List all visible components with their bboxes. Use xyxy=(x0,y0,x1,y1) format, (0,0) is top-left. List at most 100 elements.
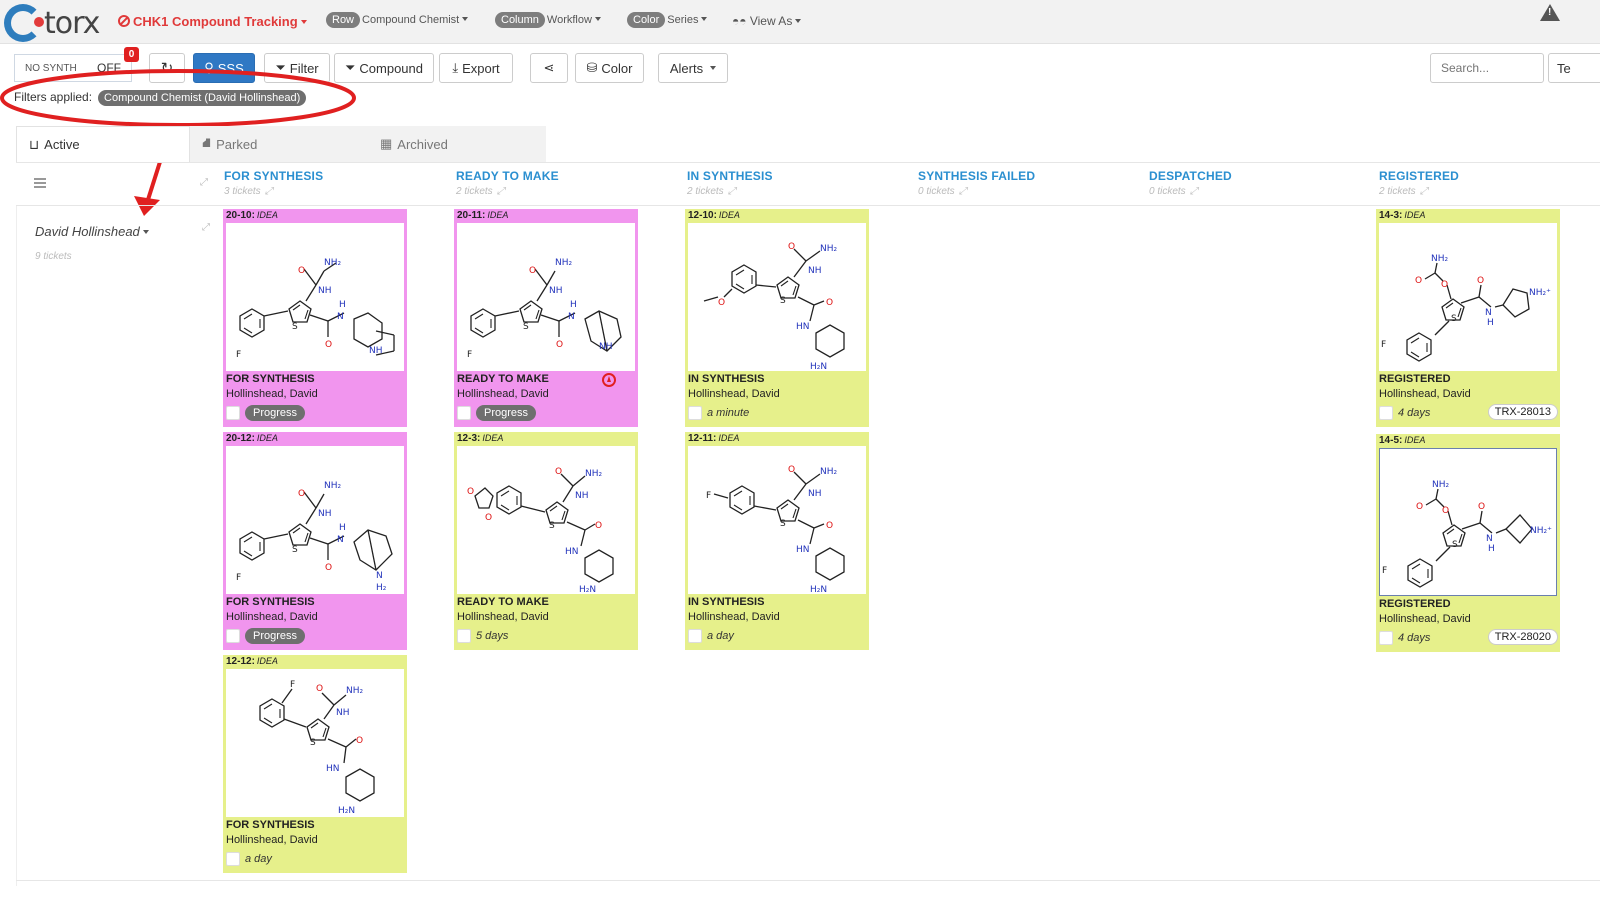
logo-text: torx xyxy=(44,6,100,41)
svg-text:S: S xyxy=(292,322,298,332)
ticket-checkbox[interactable] xyxy=(226,852,240,866)
svg-text:F: F xyxy=(467,350,472,360)
ticket-id: 12-12: xyxy=(226,656,255,667)
progress-badge[interactable]: Progress xyxy=(245,405,306,421)
expand-icon[interactable]: ⤢ xyxy=(959,186,967,197)
svg-text:S: S xyxy=(549,521,555,531)
sss-button[interactable]: ⚲ SSS xyxy=(193,53,255,83)
ticket-checkbox[interactable] xyxy=(226,406,240,420)
svg-text:F: F xyxy=(236,350,241,360)
column-header-ready-to-make: READY TO MAKE 2 tickets ⤢ xyxy=(456,169,559,197)
registration-id-badge[interactable]: TRX-28013 xyxy=(1487,404,1558,420)
refresh-icon: ↻ xyxy=(160,60,174,77)
ticket-owner: Hollinshead, David xyxy=(226,388,318,400)
sss-label: SSS xyxy=(217,60,244,76)
te-input[interactable]: Te xyxy=(1548,53,1600,83)
compound-filter-button[interactable]: ⏷ Compound xyxy=(334,53,434,83)
tab-active[interactable]: ⊔ Active xyxy=(16,126,190,162)
expand-icon[interactable]: ⤢ xyxy=(200,177,208,188)
warning-icon[interactable] xyxy=(1540,4,1560,21)
ticket-card[interactable]: 12-12: IDEA F O NH₂ NH O S HN H₂N FOR SYN… xyxy=(223,655,407,873)
project-title: CHK1 Compound Tracking xyxy=(133,14,298,29)
menu-icon[interactable] xyxy=(34,178,46,188)
ticket-status: IN SYNTHESIS xyxy=(688,596,765,608)
logo-mark-icon xyxy=(4,4,44,42)
chevron-down-icon xyxy=(462,17,469,21)
ticket-tag: IDEA xyxy=(256,210,278,220)
share-button[interactable]: ⋖ xyxy=(530,53,568,83)
top-bar: torx CHK1 Compound Tracking Row Compound … xyxy=(0,0,1600,44)
ticket-checkbox[interactable] xyxy=(457,406,471,420)
expand-icon[interactable]: ⤢ xyxy=(1420,186,1428,197)
view-as-menu[interactable]: ◓◓ View As xyxy=(732,14,802,28)
tab-label: Archived xyxy=(397,136,448,152)
column-title: READY TO MAKE xyxy=(456,169,559,183)
tab-label: Parked xyxy=(216,136,258,152)
column-count: 0 tickets xyxy=(918,186,955,197)
ticket-card[interactable]: 14-5: IDEA NH₂ O O O N H NH₂⁺ S F REGISTE… xyxy=(1376,434,1560,652)
ticket-checkbox[interactable] xyxy=(688,629,702,643)
ticket-checkbox[interactable] xyxy=(226,629,240,643)
svg-text:NH₂: NH₂ xyxy=(555,258,573,268)
svg-text:O: O xyxy=(298,266,305,276)
expand-icon[interactable]: ⤢ xyxy=(265,186,273,197)
svg-text:NH₂: NH₂ xyxy=(820,244,838,254)
expand-icon[interactable]: ⤢ xyxy=(202,222,210,233)
column-title: FOR SYNTHESIS xyxy=(224,169,324,183)
expand-icon[interactable]: ⤢ xyxy=(728,186,736,197)
priority-up-icon[interactable] xyxy=(602,373,616,387)
ticket-card[interactable]: 20-11: IDEA O NH₂ NH O H N NH S F READY T… xyxy=(454,209,638,427)
ticket-card[interactable]: 14-3: IDEA NH₂ O O O N H NH₂⁺ S F REGISTE… xyxy=(1376,209,1560,427)
svg-text:O: O xyxy=(718,298,725,308)
ticket-card[interactable]: 12-11: IDEA F O NH₂ NH O S HN H₂N IN SYNT… xyxy=(685,432,869,650)
ticket-card[interactable]: 20-10: IDEA O NH₂ NH O H N NH S F FOR SY… xyxy=(223,209,407,427)
refresh-button[interactable]: ↻ xyxy=(149,53,185,83)
view-as-label: View As xyxy=(749,14,793,28)
row-grouping[interactable]: Row Compound Chemist xyxy=(326,12,469,28)
tab-parked[interactable]: ⛘ Parked xyxy=(190,126,368,162)
ticket-checkbox[interactable] xyxy=(457,629,471,643)
swimlane-header[interactable]: David Hollinshead xyxy=(35,224,149,239)
progress-badge[interactable]: Progress xyxy=(476,405,537,421)
project-selector[interactable]: CHK1 Compound Tracking xyxy=(118,14,307,29)
filter-pill[interactable]: Compound Chemist (David Hollinshead) xyxy=(98,90,307,106)
ticket-id: 14-3: xyxy=(1379,210,1403,221)
svg-text:NH₂: NH₂ xyxy=(324,258,342,268)
svg-text:NH₂: NH₂ xyxy=(346,686,364,696)
svg-text:O: O xyxy=(788,465,795,475)
row-value: Compound Chemist xyxy=(362,14,460,26)
column-grouping[interactable]: Column Workflow xyxy=(495,12,601,28)
ticket-checkbox[interactable] xyxy=(1379,631,1393,645)
tab-archived[interactable]: ▦ Archived xyxy=(368,126,546,162)
export-button[interactable]: ⤓ Export xyxy=(439,53,513,83)
ticket-id: 20-12: xyxy=(226,433,255,444)
column-count: 2 tickets xyxy=(687,186,724,197)
expand-icon[interactable]: ⤢ xyxy=(1190,186,1198,197)
svg-text:O: O xyxy=(316,684,323,694)
svg-text:NH: NH xyxy=(336,708,350,718)
chevron-down-icon xyxy=(701,17,708,21)
registration-id-badge[interactable]: TRX-28020 xyxy=(1487,629,1558,645)
no-synth-toggle[interactable]: NO SYNTH OFF xyxy=(14,54,132,82)
filter-button[interactable]: ⏷ Filter xyxy=(264,53,330,83)
progress-badge[interactable]: Progress xyxy=(245,628,306,644)
svg-text:O: O xyxy=(1416,502,1423,512)
toggle-right-label: OFF xyxy=(97,61,121,75)
color-grouping[interactable]: Color Series xyxy=(627,12,708,28)
column-count: 2 tickets xyxy=(1379,186,1416,197)
ticket-card[interactable]: 12-3: IDEA O O O NH₂ NH O S HN H₂N READY … xyxy=(454,432,638,650)
ticket-card[interactable]: 12-10: IDEA O O NH₂ NH O S HN H₂N IN SYNT… xyxy=(685,209,869,427)
ticket-checkbox[interactable] xyxy=(688,406,702,420)
alerts-button[interactable]: Alerts xyxy=(658,53,728,83)
torx-logo[interactable]: torx xyxy=(4,2,114,42)
column-header-synthesis-failed: SYNTHESIS FAILED 0 tickets ⤢ xyxy=(918,169,1035,197)
structure-image: O O O NH₂ NH O S HN H₂N xyxy=(457,446,635,595)
ticket-id: 20-10: xyxy=(226,210,255,221)
color-button[interactable]: ⛁ Color xyxy=(575,53,644,83)
expand-icon[interactable]: ⤢ xyxy=(497,186,505,197)
ticket-age: a day xyxy=(245,853,272,865)
search-input[interactable] xyxy=(1430,53,1544,83)
ticket-card[interactable]: 20-12: IDEA O NH₂ NH O H N N H₂ S F FOR S… xyxy=(223,432,407,650)
svg-text:S: S xyxy=(292,545,298,555)
ticket-checkbox[interactable] xyxy=(1379,406,1393,420)
